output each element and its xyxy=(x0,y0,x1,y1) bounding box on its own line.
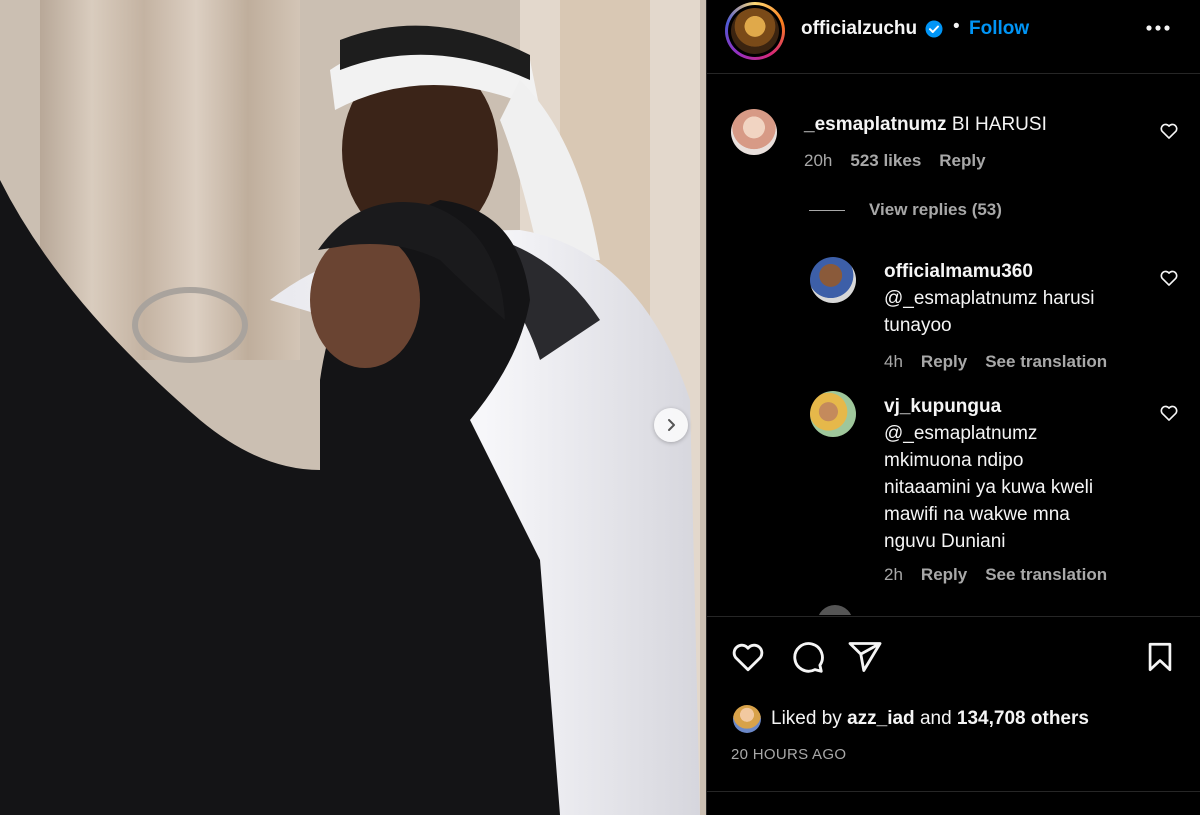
post-header: officialzuchu • Follow xyxy=(707,0,1200,74)
comment-time: 20h xyxy=(804,151,833,170)
view-replies-button[interactable]: View replies (53) xyxy=(809,200,1002,220)
comment-body: _esmaplatnumz BI HARUSI xyxy=(804,111,1047,138)
reply-text-line: @_esmaplatnumz xyxy=(884,423,1038,444)
replier-avatar[interactable] xyxy=(810,391,856,437)
next-reply-avatar xyxy=(817,605,853,615)
reply-username[interactable]: vj_kupungua xyxy=(884,396,1001,417)
reply-username[interactable]: officialmamu360 xyxy=(884,261,1033,282)
reply-text-line: tunayoo xyxy=(884,315,952,336)
view-replies-label: View replies (53) xyxy=(869,200,1002,219)
reply-text-line: nguvu Duniani xyxy=(884,531,1006,552)
reply-text-line: mawifi na wakwe mna xyxy=(884,504,1070,525)
commenter-avatar[interactable] xyxy=(731,109,777,155)
liker-avatar[interactable] xyxy=(733,705,761,733)
likes-summary[interactable]: Liked by azz_iad and 134,708 others xyxy=(733,705,1089,733)
comment-meta: 20h 523 likes Reply xyxy=(804,151,1004,171)
reply-reply-button[interactable]: Reply xyxy=(921,565,967,585)
reply-body: vj_kupungua @_esmaplatnumz mkimuona ndip… xyxy=(884,393,1093,555)
divider xyxy=(707,791,1200,792)
post-side-panel: officialzuchu • Follow _esmaplatnumz BI … xyxy=(706,0,1200,815)
more-horizontal-icon[interactable] xyxy=(1143,18,1173,38)
view-replies-line xyxy=(809,209,845,211)
post-timestamp[interactable]: 20 HOURS AGO xyxy=(731,746,846,763)
comment-reply-button[interactable]: Reply xyxy=(939,151,985,171)
heart-icon[interactable] xyxy=(1159,403,1179,423)
author-username[interactable]: officialzuchu xyxy=(801,18,917,40)
comment-likes[interactable]: 523 likes xyxy=(850,151,921,171)
verified-badge-icon xyxy=(925,20,943,38)
author-avatar[interactable] xyxy=(725,2,785,60)
comments-list[interactable]: _esmaplatnumz BI HARUSI 20h 523 likes Re… xyxy=(707,75,1200,615)
chevron-right-icon xyxy=(668,419,675,431)
reply-text-line: @_esmaplatnumz harusi xyxy=(884,288,1095,309)
replier-avatar[interactable] xyxy=(810,257,856,303)
reply-body: officialmamu360 @_esmaplatnumz harusi tu… xyxy=(884,258,1094,339)
post-image xyxy=(0,0,706,815)
liked-by-others[interactable]: 134,708 others xyxy=(957,708,1089,730)
comment-text: BI HARUSI xyxy=(951,114,1047,135)
bookmark-icon[interactable] xyxy=(1143,639,1177,675)
heart-icon[interactable] xyxy=(729,639,767,675)
post-photo xyxy=(0,0,706,815)
reply-meta: 4h Reply See translation xyxy=(884,352,1125,372)
see-translation-button[interactable]: See translation xyxy=(985,565,1107,585)
reply-text-line: nitaaamini ya kuwa kweli xyxy=(884,477,1094,498)
post-actions: Liked by azz_iad and 134,708 others 20 H… xyxy=(707,616,1200,815)
next-photo-button[interactable] xyxy=(654,408,688,442)
reply-text-line: mkimuona ndipo xyxy=(884,450,1024,471)
heart-icon[interactable] xyxy=(1159,121,1179,141)
comment-icon[interactable] xyxy=(789,639,825,675)
heart-icon[interactable] xyxy=(1159,268,1179,288)
liked-by-prefix: Liked by xyxy=(771,708,842,729)
share-icon[interactable] xyxy=(847,639,883,675)
reply-reply-button[interactable]: Reply xyxy=(921,352,967,372)
reply-meta: 2h Reply See translation xyxy=(884,565,1125,585)
reply-time: 4h xyxy=(884,352,903,371)
follow-button[interactable]: Follow xyxy=(969,18,1029,40)
liked-by-and: and xyxy=(919,708,952,729)
reply-time: 2h xyxy=(884,565,903,584)
liked-by-user[interactable]: azz_iad xyxy=(847,708,915,730)
header-separator: • xyxy=(953,16,960,37)
see-translation-button[interactable]: See translation xyxy=(985,352,1107,372)
comment-username[interactable]: _esmaplatnumz xyxy=(804,114,947,135)
